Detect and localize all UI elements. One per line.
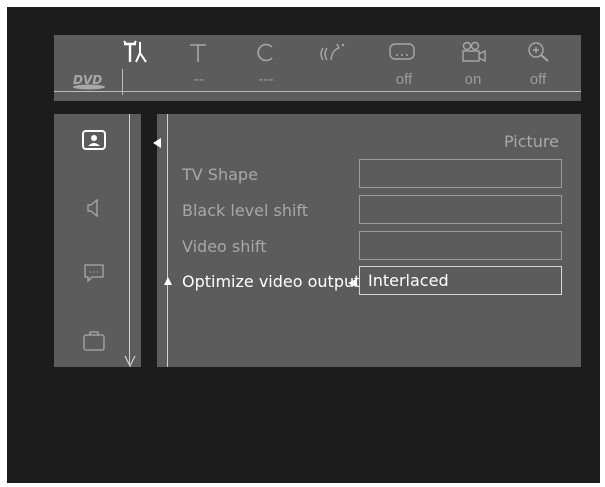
chapter-value: --- xyxy=(258,71,274,88)
tv-shape-value[interactable] xyxy=(359,159,562,188)
language-icon xyxy=(84,264,104,283)
black-level-shift-value[interactable] xyxy=(359,195,562,224)
chapter-icon[interactable] xyxy=(248,38,284,66)
black-level-shift-label[interactable]: Black level shift xyxy=(182,201,308,220)
title-icon[interactable] xyxy=(180,38,216,66)
picture-settings-panel: Picture TV Shape Black level shift Video… xyxy=(153,114,581,367)
video-shift-value[interactable] xyxy=(359,231,562,260)
up-arrow-icon xyxy=(164,277,172,285)
picture-icon xyxy=(82,130,106,150)
sidebar-item-picture[interactable] xyxy=(78,125,110,157)
audio-language-icon[interactable] xyxy=(314,38,350,66)
subtitle-value: off xyxy=(395,71,413,88)
angle-value: on xyxy=(464,71,482,88)
screen: DVD -- --- off on off Picture TV Shape B… xyxy=(7,7,600,483)
down-arrow-icon xyxy=(124,355,136,368)
subtitle-icon[interactable] xyxy=(384,38,420,66)
sidebar-item-features[interactable] xyxy=(78,325,110,357)
left-arrow-icon xyxy=(348,279,356,287)
category-sidebar xyxy=(54,114,141,368)
setup-tools-icon[interactable] xyxy=(117,38,153,66)
sound-icon xyxy=(87,198,98,218)
top-menu-bar: DVD -- --- off on off xyxy=(54,35,581,101)
optimize-video-output-label[interactable]: Optimize video output xyxy=(182,272,360,291)
sidebar-item-language[interactable] xyxy=(78,257,110,289)
panel-title: Picture xyxy=(503,132,559,151)
sidebar-item-sound[interactable] xyxy=(78,192,110,224)
title-value: -- xyxy=(194,71,204,88)
zoom-value: off xyxy=(529,71,547,88)
sidebar-scroll-line xyxy=(129,114,130,364)
optimize-video-output-value[interactable]: Interlaced xyxy=(359,266,562,295)
features-icon xyxy=(83,331,105,351)
camera-angle-icon[interactable] xyxy=(456,38,492,66)
top-value-row: -- --- off on off xyxy=(54,71,581,93)
tv-shape-label[interactable]: TV Shape xyxy=(182,165,258,184)
video-shift-label[interactable]: Video shift xyxy=(182,237,266,256)
pointer-left-icon xyxy=(153,138,161,148)
top-bar-line xyxy=(54,91,581,92)
zoom-icon[interactable] xyxy=(521,38,557,66)
panel-scroll-line xyxy=(167,114,168,367)
top-icon-row xyxy=(54,35,581,69)
